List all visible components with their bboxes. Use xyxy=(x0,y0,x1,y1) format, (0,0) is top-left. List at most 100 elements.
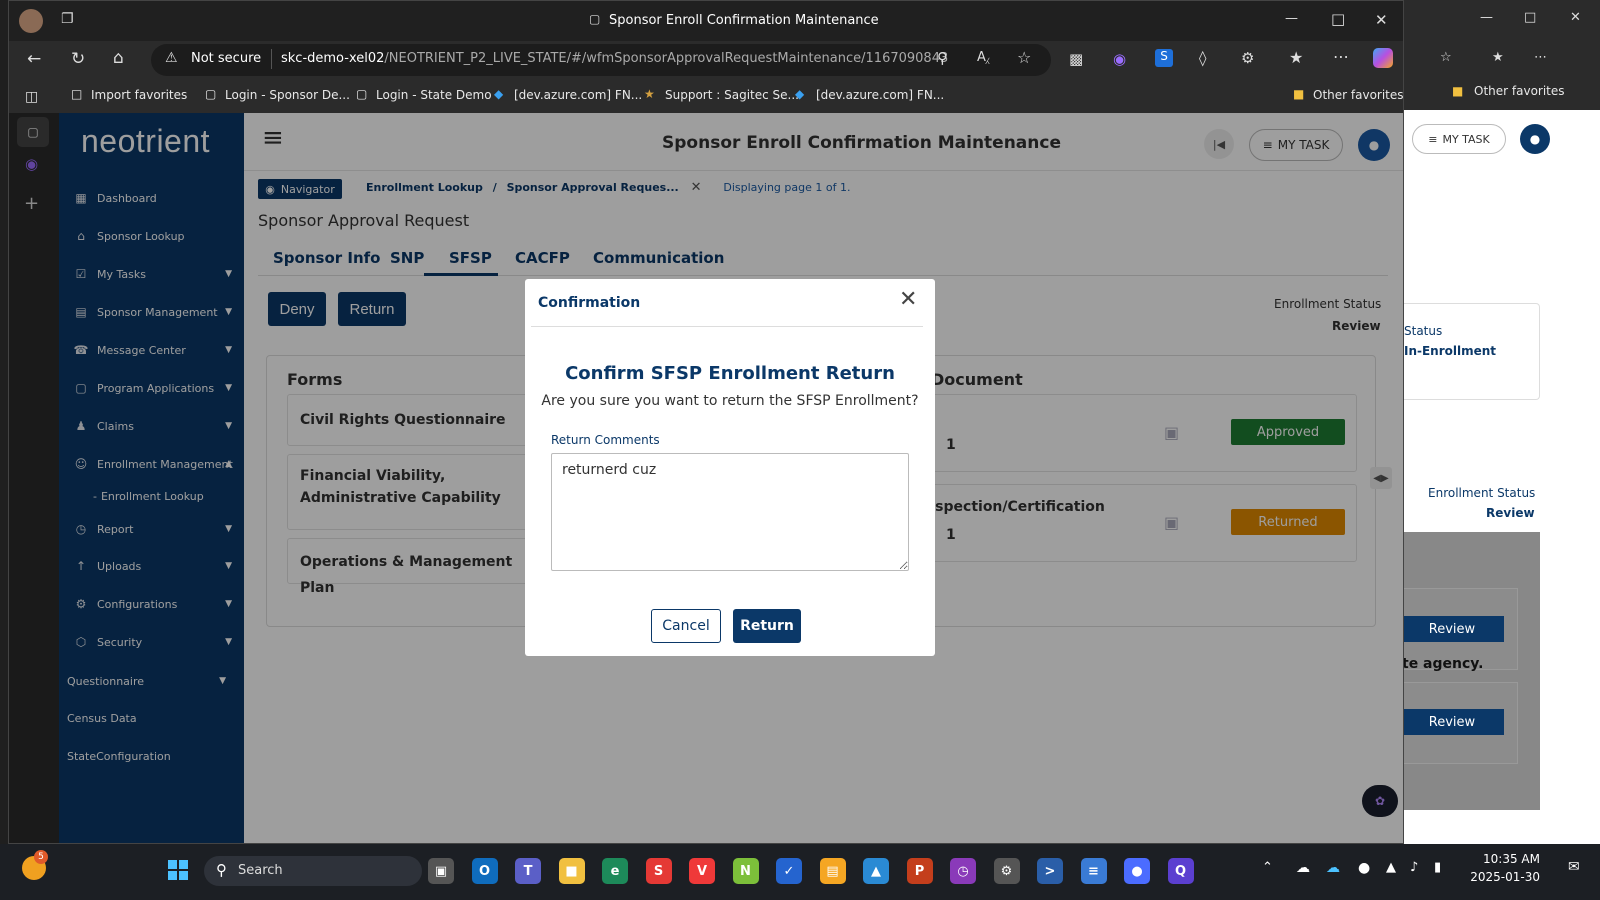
import-icon: □ xyxy=(71,87,83,101)
comments-label: Return Comments xyxy=(551,433,660,447)
avatar[interactable]: ● xyxy=(1520,124,1550,154)
list-icon: ≡ xyxy=(1428,132,1438,146)
more-icon[interactable]: ⋯ xyxy=(1534,50,1547,65)
powerpoint-icon[interactable]: P xyxy=(906,858,933,884)
address-row: ← ↻ ⌂ ⚠ Not secure skc-demo-xel02/NEOTRI… xyxy=(9,41,1403,79)
chat-icon[interactable]: ● xyxy=(1124,858,1150,884)
task-view-icon[interactable]: ▣ xyxy=(428,858,454,884)
url-text[interactable]: skc-demo-xel02/NEOTRIENT_P2_LIVE_STATE/#… xyxy=(281,51,948,66)
file-explorer-icon[interactable]: ■ xyxy=(558,858,585,884)
titlebar: ❐ ▢ Sponsor Enroll Confirmation Maintena… xyxy=(9,1,1403,41)
more-icon[interactable]: ⋯ xyxy=(1333,47,1349,66)
refresh-icon[interactable]: ↻ xyxy=(71,49,85,69)
favorite-star-icon[interactable]: ☆ xyxy=(1017,48,1031,67)
notepad-plus-icon[interactable]: N xyxy=(732,858,759,884)
start-icon[interactable] xyxy=(168,860,188,880)
favorites-icon[interactable]: ★ xyxy=(1492,50,1504,65)
bg-enrollment-status-value: Review xyxy=(1486,506,1535,520)
home-icon[interactable]: ⌂ xyxy=(113,48,124,68)
bg-review-button-2[interactable]: Review xyxy=(1400,709,1504,735)
close-icon[interactable]: ✕ xyxy=(899,287,917,312)
edge-icon[interactable]: e xyxy=(602,858,628,884)
files-icon[interactable]: ▤ xyxy=(819,858,846,884)
bg-status-card: Status In-Enrollment xyxy=(1400,303,1540,400)
s-extension-icon[interactable]: S xyxy=(1155,49,1173,67)
return-comments-textarea[interactable]: returnerd cuz xyxy=(551,453,909,571)
vivaldi-icon[interactable]: V xyxy=(689,858,715,884)
bg-review-button[interactable]: Review xyxy=(1400,616,1504,642)
read-aloud-icon[interactable]: A⁁ xyxy=(977,50,989,65)
favorites-icon[interactable]: ★ xyxy=(1289,48,1303,67)
back-icon[interactable]: ← xyxy=(27,49,41,69)
favorite-4[interactable]: Support : Sagitec Se... xyxy=(665,88,799,102)
bg-enrollment-status-label: Enrollment Status xyxy=(1428,486,1536,500)
battery-icon[interactable]: ▮ xyxy=(1434,860,1441,875)
profile-avatar[interactable] xyxy=(19,9,43,33)
bg-document-panel: Review te agency. Review xyxy=(1400,532,1540,810)
page-icon: ▢ xyxy=(205,87,217,101)
layers-icon[interactable]: ◊ xyxy=(1199,49,1206,67)
star-icon[interactable]: ☆ xyxy=(1440,50,1452,65)
search-extension-icon[interactable]: ◉ xyxy=(1113,50,1126,68)
outlook-icon[interactable]: O xyxy=(471,858,498,884)
sagitec-icon[interactable]: S xyxy=(645,858,672,884)
clock-app-icon[interactable]: ◷ xyxy=(950,858,976,884)
favorite-1[interactable]: Login - Sponsor De... xyxy=(225,88,350,102)
notepad-icon[interactable]: ≡ xyxy=(1080,858,1107,884)
notification-icon[interactable]: ✉ xyxy=(1568,859,1580,875)
address-bar[interactable]: ⚠ Not secure skc-demo-xel02/NEOTRIENT_P2… xyxy=(151,44,1051,76)
page-icon: ▢ xyxy=(356,87,368,101)
favorite-0[interactable]: Import favorites xyxy=(91,88,187,102)
folder-icon: ■ xyxy=(1293,87,1305,101)
other-favorites[interactable]: Other favorites xyxy=(1474,84,1565,98)
workspaces-icon[interactable]: ❐ xyxy=(61,11,74,27)
wifi-icon[interactable]: ▲ xyxy=(1386,860,1396,875)
favorite-2[interactable]: Login - State Demo xyxy=(376,88,492,102)
mic-icon[interactable]: ● xyxy=(1358,860,1370,876)
warning-icon: ⚠ xyxy=(165,50,178,66)
taskbar: 5 ⚲ Search ▣ O T ■ e S V N ✓ ▤ ▲ P ◷ ⚙ > ≡ ● Q ⌃ ☁ ☁ ● ▲ … xyxy=(0,844,1600,900)
clock-time[interactable]: 10:35 AM xyxy=(1470,852,1540,866)
cloud-icon[interactable]: ☁ xyxy=(1296,860,1310,876)
bg-status-label: Status xyxy=(1404,324,1443,338)
dialog-message: Are you sure you want to return the SFSP… xyxy=(541,393,919,409)
favorite-5[interactable]: [dev.azure.com] FN... xyxy=(816,88,944,102)
clock-date[interactable]: 2025-01-30 xyxy=(1470,870,1540,884)
bg-my-task-label: MY TASK xyxy=(1442,132,1490,146)
volume-icon[interactable]: ♪ xyxy=(1410,860,1418,875)
photos-icon[interactable]: ▲ xyxy=(863,858,889,884)
search-box[interactable]: ⚲ Search xyxy=(204,856,422,886)
favorite-3[interactable]: [dev.azure.com] FN... xyxy=(514,88,642,102)
tab-actions-icon[interactable]: ◫ xyxy=(25,89,38,105)
search-app-icon[interactable]: Q xyxy=(1167,858,1194,884)
other-favorites[interactable]: Other favorites xyxy=(1313,88,1403,102)
maximize-icon[interactable]: □ xyxy=(1524,10,1536,25)
security-label[interactable]: Not secure xyxy=(191,51,261,66)
browser-window: ❐ ▢ Sponsor Enroll Confirmation Maintena… xyxy=(8,0,1404,844)
close-icon[interactable]: ✕ xyxy=(1570,10,1581,25)
copilot-icon[interactable] xyxy=(1373,48,1393,68)
minimize-icon[interactable]: — xyxy=(1480,10,1493,25)
search-label: Search xyxy=(238,863,283,878)
weather-badge: 5 xyxy=(34,850,48,864)
dialog-title: Confirmation xyxy=(538,295,641,311)
confirm-return-button[interactable]: Return xyxy=(733,609,801,643)
onedrive-icon[interactable]: ☁ xyxy=(1326,860,1340,876)
support-icon: ★ xyxy=(644,87,655,101)
cancel-button[interactable]: Cancel xyxy=(651,609,721,643)
favorites-bar: □ Import favorites ▢ Login - Sponsor De.… xyxy=(9,79,1403,113)
powershell-icon[interactable]: > xyxy=(1037,858,1063,884)
extension-icon[interactable]: ▩ xyxy=(1069,50,1083,68)
settings-icon[interactable]: ⚙ xyxy=(993,858,1020,884)
puzzle-icon[interactable]: ⚙ xyxy=(1241,49,1254,67)
teams-icon[interactable]: T xyxy=(515,858,541,884)
maximize-icon[interactable]: □ xyxy=(1331,10,1345,28)
zoom-icon[interactable]: ⚲ xyxy=(937,49,948,67)
dialog-heading: Confirm SFSP Enrollment Return xyxy=(565,363,895,384)
todo-icon[interactable]: ✓ xyxy=(776,858,802,884)
close-icon[interactable]: ✕ xyxy=(1375,11,1388,29)
azure-icon: ◆ xyxy=(494,87,504,101)
bg-my-task-button[interactable]: ≡ MY TASK xyxy=(1412,124,1506,154)
minimize-icon[interactable]: — xyxy=(1285,11,1298,26)
chevron-up-icon[interactable]: ⌃ xyxy=(1262,860,1273,875)
